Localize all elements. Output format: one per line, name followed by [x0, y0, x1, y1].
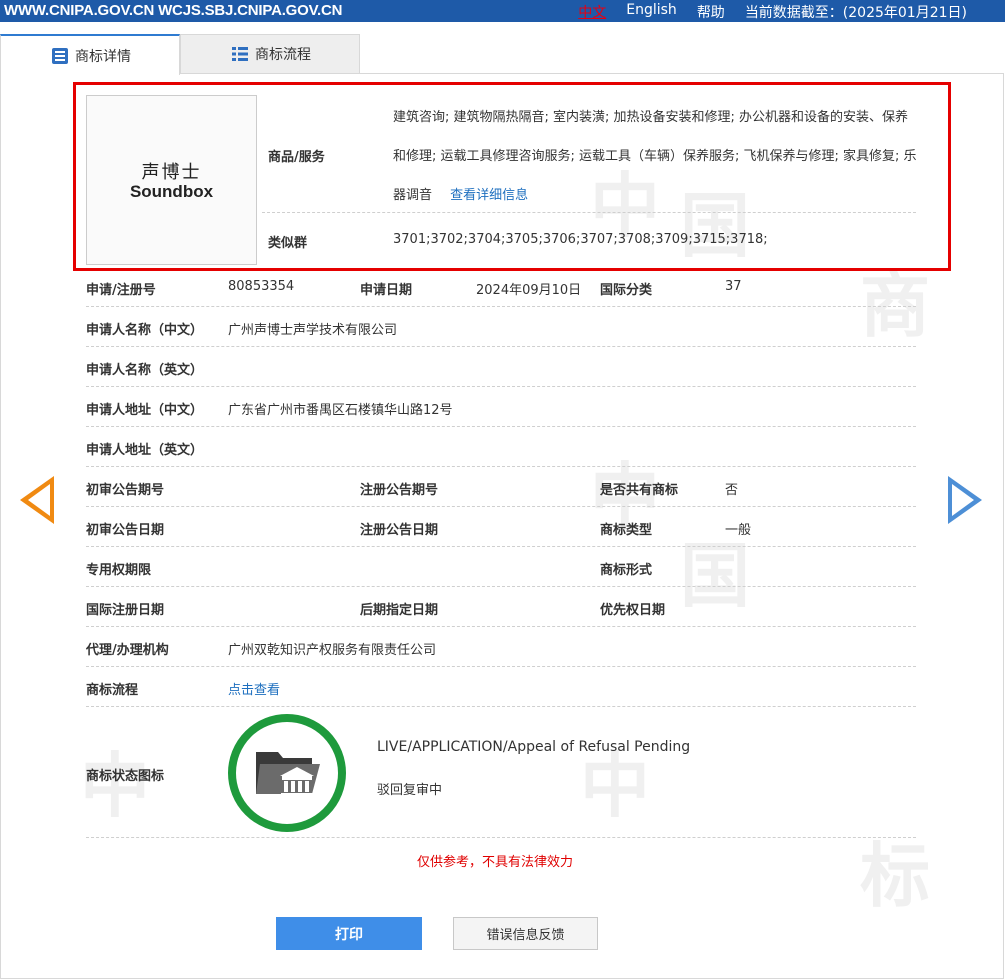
address-cn-label: 申请人地址（中文）: [86, 403, 204, 418]
similar-group-value: 3701;3702;3704;3705;3706;3707;3708;3709;…: [393, 232, 768, 247]
agent-label: 代理/办理机构: [86, 643, 169, 658]
reg-no-value: 80853354: [228, 279, 295, 294]
shared-mark-label: 是否共有商标: [600, 483, 679, 498]
apply-date-label: 申请日期: [360, 283, 413, 298]
divider: [86, 466, 916, 467]
tab-trademark-flow[interactable]: 商标流程: [180, 34, 360, 74]
next-arrow-icon[interactable]: [948, 476, 982, 524]
agent-value: 广州双乾知识产权服务有限责任公司: [228, 643, 437, 658]
lang-english-link[interactable]: English: [626, 2, 677, 22]
apply-date-value: 2024年09月10日: [476, 283, 582, 298]
later-designation-label: 后期指定日期: [360, 603, 439, 618]
priority-date-label: 优先权日期: [600, 603, 666, 618]
reg-pub-no-label: 注册公告期号: [360, 483, 439, 498]
error-feedback-button[interactable]: 错误信息反馈: [453, 917, 598, 950]
address-en-label: 申请人地址（英文）: [86, 443, 204, 458]
status-cn-text: 驳回复审中: [377, 783, 443, 798]
status-icon-label: 商标状态图标: [86, 769, 165, 784]
reg-no-label: 申请/注册号: [86, 283, 156, 298]
top-bar: WWW.CNIPA.GOV.CN WCJS.SBJ.CNIPA.GOV.CN 中…: [0, 0, 1005, 22]
mark-type-label: 商标类型: [600, 523, 653, 538]
divider: [86, 506, 916, 507]
goods-services-label: 商品/服务: [268, 150, 325, 165]
applicant-cn-value: 广州声博士声学技术有限公司: [228, 323, 398, 338]
divider: [86, 546, 916, 547]
top-bar-links: 中文 English 帮助 当前数据截至：(2025年01月21日): [578, 2, 967, 22]
intl-class-label: 国际分类: [600, 283, 653, 298]
site-url: WWW.CNIPA.GOV.CN WCJS.SBJ.CNIPA.GOV.CN: [4, 2, 343, 19]
flow-view-link[interactable]: 点击查看: [228, 679, 280, 698]
mark-type-value: 一般: [725, 523, 752, 538]
prelim-pub-date-label: 初审公告日期: [86, 523, 165, 538]
divider: [262, 212, 916, 213]
divider: [86, 586, 916, 587]
applicant-cn-label: 申请人名称（中文）: [86, 323, 204, 338]
view-details-link[interactable]: 查看详细信息: [450, 188, 528, 203]
intl-class-value: 37: [725, 279, 742, 294]
trademark-text-en: Soundbox: [129, 182, 214, 201]
lang-chinese-link[interactable]: 中文: [578, 2, 606, 22]
trademark-text-cn: 声博士: [141, 162, 202, 183]
divider: [86, 666, 916, 667]
print-button[interactable]: 打印: [276, 917, 422, 950]
applicant-en-label: 申请人名称（英文）: [86, 363, 204, 378]
list-icon: [231, 45, 249, 63]
shared-mark-value: 否: [725, 483, 739, 498]
goods-services-value: 建筑咨询; 建筑物隔热隔音; 室内装潢; 加热设备安装和修理; 办公机器和设备的…: [393, 98, 918, 215]
data-date-text: 当前数据截至：(2025年01月21日): [744, 5, 967, 21]
divider: [86, 386, 916, 387]
status-badge: [228, 714, 346, 832]
mark-form-label: 商标形式: [600, 563, 653, 578]
divider: [86, 837, 916, 838]
tab-flow-label: 商标流程: [255, 47, 311, 63]
divider: [86, 426, 916, 427]
document-list-icon: [51, 47, 69, 65]
status-en-text: LIVE/APPLICATION/Appeal of Refusal Pendi…: [377, 739, 691, 755]
exclusive-term-label: 专用权期限: [86, 563, 152, 578]
disclaimer-text: 仅供参考，不具有法律效力: [417, 855, 574, 870]
folder-courthouse-icon: [256, 752, 320, 797]
prelim-pub-no-label: 初审公告期号: [86, 483, 165, 498]
address-cn-value: 广东省广州市番禺区石楼镇华山路12号: [228, 403, 453, 418]
divider: [86, 346, 916, 347]
divider: [86, 626, 916, 627]
trademark-image: 声博士 Soundbox: [86, 95, 257, 265]
help-link[interactable]: 帮助: [697, 2, 725, 22]
tab-detail-label: 商标详情: [75, 48, 131, 65]
reg-pub-date-label: 注册公告日期: [360, 523, 439, 538]
tab-trademark-detail[interactable]: 商标详情: [0, 34, 180, 75]
flow-label: 商标流程: [86, 683, 139, 698]
previous-arrow-icon[interactable]: [20, 476, 54, 524]
similar-group-label: 类似群: [268, 236, 308, 251]
divider: [86, 706, 916, 707]
divider: [86, 306, 916, 307]
intl-reg-date-label: 国际注册日期: [86, 603, 165, 618]
